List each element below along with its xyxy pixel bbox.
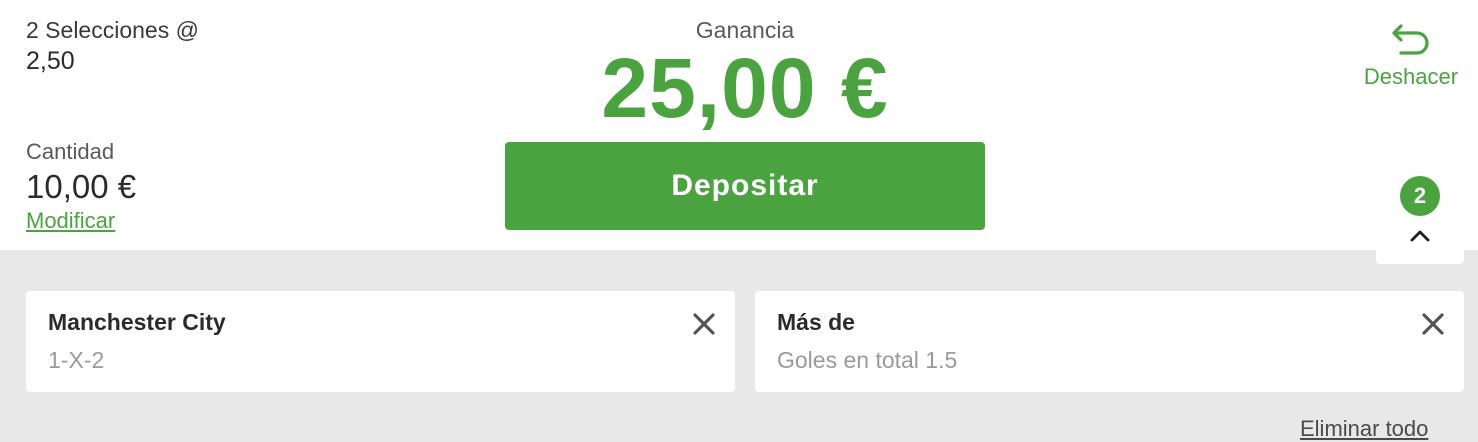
undo-label: Deshacer (1363, 64, 1459, 89)
deposit-button[interactable]: Depositar (505, 142, 985, 230)
selection-card: Más de Goles en total 1.5 (755, 291, 1464, 392)
stake-label: Cantidad (26, 139, 115, 164)
selections-count-label: 2 Selecciones @ (26, 17, 199, 43)
selection-title: Manchester City (48, 309, 226, 335)
close-icon[interactable] (1420, 311, 1446, 337)
chevron-up-icon (1410, 230, 1430, 242)
stake-value: 10,00 € (26, 168, 137, 205)
selection-card: Manchester City 1-X-2 (26, 291, 735, 392)
betslip-toggle-button[interactable]: 2 (1376, 168, 1464, 264)
clear-all-link[interactable]: Eliminar todo (1300, 416, 1428, 442)
selections-count-badge: 2 (1400, 176, 1440, 216)
selection-market: Goles en total 1.5 (777, 347, 958, 373)
modify-stake-link[interactable]: Modificar (26, 208, 115, 234)
close-icon[interactable] (691, 311, 717, 337)
total-odds: 2,50 (26, 47, 75, 75)
undo-button[interactable]: Deshacer (1352, 18, 1470, 92)
winnings-value: 25,00 € (601, 41, 889, 135)
selection-market: 1-X-2 (48, 347, 105, 373)
betslip-header: 2 Selecciones @ 2,50 Cantidad 10,00 € Mo… (0, 0, 1478, 250)
undo-arrow-icon (1392, 24, 1429, 55)
selection-title: Más de (777, 309, 855, 335)
